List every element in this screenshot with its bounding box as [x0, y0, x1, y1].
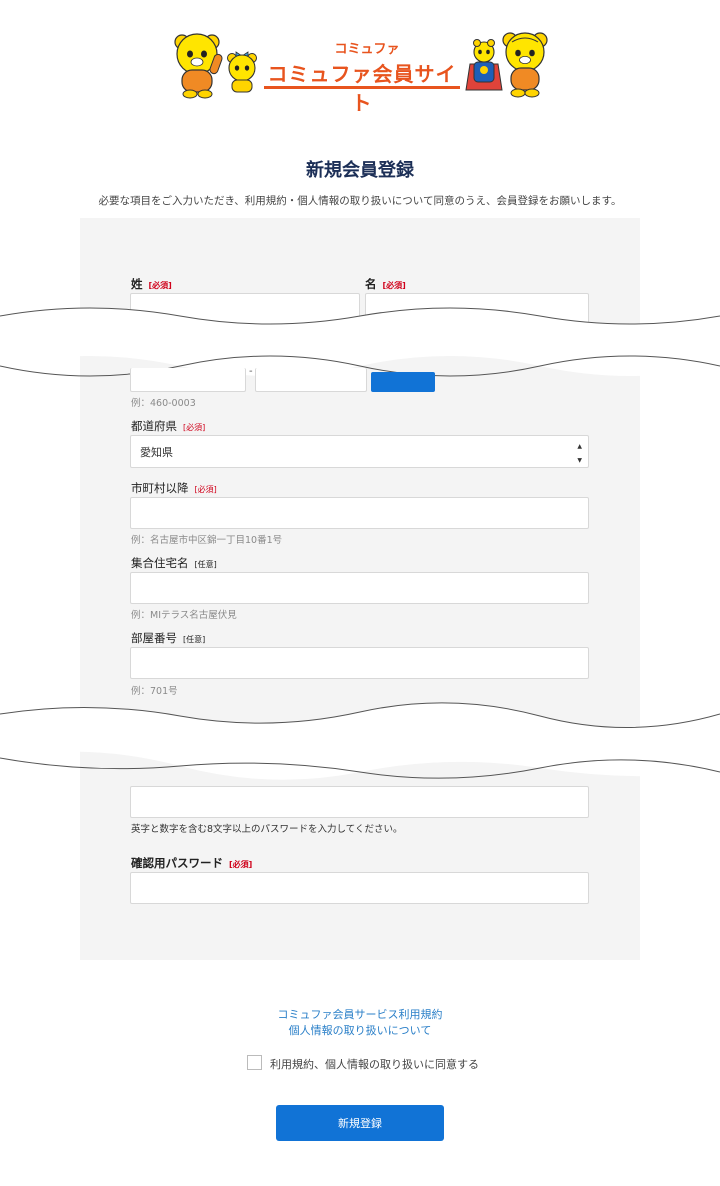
site-name-underline	[264, 86, 460, 89]
postal-code-example: 例：460-0003	[131, 398, 196, 409]
building-input[interactable]	[130, 572, 589, 604]
first-name-label: 名 [必須]	[365, 277, 406, 291]
privacy-link[interactable]: 個人情報の取り扱いについて	[0, 1022, 720, 1038]
prefecture-select[interactable]: 愛知県 ▲ ▼	[130, 435, 589, 468]
required-tag: [必須]	[382, 281, 406, 290]
room-label: 部屋番号 [任意]	[131, 631, 206, 645]
optional-tag: [任意]	[183, 635, 206, 644]
building-example: 例：MIテラス名古屋伏見	[131, 610, 237, 621]
prefecture-label: 都道府県 [必須]	[131, 419, 206, 433]
register-submit-label: 新規登録	[338, 1117, 382, 1130]
register-submit-button[interactable]: 新規登録	[276, 1105, 444, 1141]
confirm-password-label: 確認用パスワード [必須]	[131, 856, 253, 870]
terms-link[interactable]: コミュファ会員サービス利用規約	[0, 1006, 720, 1022]
required-tag: [必須]	[229, 860, 253, 869]
postal-code-second-input[interactable]	[255, 368, 367, 392]
select-arrows-icon: ▲ ▼	[577, 443, 582, 464]
required-tag: [必須]	[194, 485, 217, 494]
site-logo[interactable]: コミュファ コミュファ会員サイト	[160, 26, 560, 115]
agree-checkbox[interactable]	[247, 1055, 262, 1070]
required-tag: [必須]	[183, 423, 206, 432]
mascot-bear-caped-icon	[465, 39, 503, 91]
postal-code-first-input[interactable]	[130, 368, 246, 392]
optional-tag: [任意]	[194, 560, 217, 569]
page-title: 新規会員登録	[306, 160, 414, 181]
required-tag: [必須]	[148, 281, 172, 290]
password-input[interactable]	[130, 786, 589, 818]
mascot-bear-small-icon	[227, 51, 257, 93]
last-name-label: 姓 [必須]	[131, 277, 172, 291]
confirm-password-input[interactable]	[130, 872, 589, 904]
torn-gap-divider	[0, 702, 720, 780]
intro-text: 必要な項目をご入力いただき、利用規約・個人情報の取り扱いについて同意のうえ、会員…	[98, 195, 622, 207]
address-search-button[interactable]	[371, 372, 435, 392]
brand-small-logo: コミュファ	[334, 42, 400, 57]
agree-label[interactable]: 利用規約、個人情報の取り扱いに同意する	[270, 1056, 479, 1072]
room-input[interactable]	[130, 647, 589, 679]
mascot-bear-right-icon	[502, 32, 548, 98]
prefecture-selected-value: 愛知県	[140, 445, 173, 459]
mascot-bear-left-icon	[174, 33, 223, 99]
city-input[interactable]	[130, 497, 589, 529]
building-label: 集合住宅名 [任意]	[131, 556, 217, 570]
password-hint: 英字と数字を含む8文字以上のパスワードを入力してください。	[131, 824, 403, 835]
city-label: 市町村以降 [必須]	[131, 481, 217, 495]
postal-separator: -	[249, 366, 253, 377]
city-example: 例：名古屋市中区錦一丁目10番1号	[131, 535, 283, 546]
